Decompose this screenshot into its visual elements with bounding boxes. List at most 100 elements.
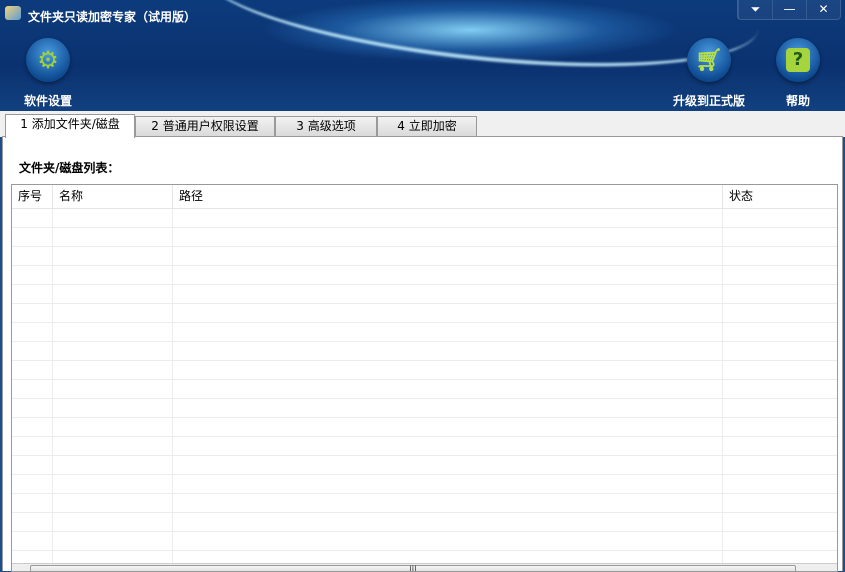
- table-cell: [723, 418, 837, 436]
- table-row: [12, 285, 837, 304]
- column-path[interactable]: 路径: [173, 185, 723, 208]
- table-row: [12, 494, 837, 513]
- header-banner: 文件夹只读加密专家（试用版） ⏷ — ✕ ⚙ 软件设置 🛒︎ 升级到正式版 ? …: [0, 0, 845, 111]
- table-cell: [12, 266, 53, 284]
- table-cell: [12, 418, 53, 436]
- table-row: [12, 399, 837, 418]
- table-cell: [53, 494, 173, 512]
- table-cell: [173, 285, 723, 303]
- table-cell: [723, 247, 837, 265]
- table-cell: [723, 437, 837, 455]
- horizontal-scrollbar[interactable]: |||: [12, 563, 837, 571]
- table-row: [12, 323, 837, 342]
- table-cell: [53, 380, 173, 398]
- table-cell: [53, 209, 173, 227]
- table-cell: [12, 513, 53, 531]
- table-cell: [12, 494, 53, 512]
- help-icon: ?: [776, 38, 820, 82]
- column-name[interactable]: 名称: [53, 185, 173, 208]
- table-cell: [173, 475, 723, 493]
- column-index[interactable]: 序号: [12, 185, 53, 208]
- table-cell: [12, 209, 53, 227]
- table-cell: [53, 247, 173, 265]
- app-icon: [5, 6, 21, 20]
- table-cell: [12, 456, 53, 474]
- table-cell: [53, 228, 173, 246]
- table-cell: [723, 304, 837, 322]
- table-cell: [12, 323, 53, 341]
- table-cell: [173, 342, 723, 360]
- table-cell: [173, 494, 723, 512]
- table-cell: [173, 266, 723, 284]
- gear-icon: ⚙: [26, 38, 70, 82]
- table-cell: [12, 437, 53, 455]
- table-cell: [12, 532, 53, 550]
- table-cell: [53, 475, 173, 493]
- help-button[interactable]: ? 帮助: [774, 38, 822, 109]
- table-cell: [173, 456, 723, 474]
- table-cell: [12, 342, 53, 360]
- table-cell: [53, 285, 173, 303]
- table-cell: [173, 399, 723, 417]
- table-cell: [723, 513, 837, 531]
- table-cell: [723, 494, 837, 512]
- table-cell: [173, 209, 723, 227]
- table-cell: [723, 399, 837, 417]
- tab-encrypt-now[interactable]: 4 立即加密: [377, 116, 477, 137]
- table-row: [12, 532, 837, 551]
- table-cell: [53, 342, 173, 360]
- table-cell: [12, 304, 53, 322]
- upgrade-button[interactable]: 🛒︎ 升级到正式版: [670, 38, 748, 109]
- list-label: 文件夹/磁盘列表：: [19, 161, 120, 175]
- table-row: [12, 228, 837, 247]
- table-row: [12, 266, 837, 285]
- table-row: [12, 456, 837, 475]
- minimize-button[interactable]: —: [772, 0, 806, 19]
- table-cell: [723, 475, 837, 493]
- table-cell: [723, 456, 837, 474]
- table-row: [12, 513, 837, 532]
- settings-button[interactable]: ⚙ 软件设置: [22, 38, 74, 109]
- table-row: [12, 342, 837, 361]
- table-cell: [53, 361, 173, 379]
- table-cell: [173, 323, 723, 341]
- table-cell: [53, 323, 173, 341]
- tab-bar: 1 添加文件夹/磁盘 2 普通用户权限设置 3 高级选项 4 立即加密: [0, 111, 845, 138]
- table-cell: [53, 532, 173, 550]
- tab-user-permissions[interactable]: 2 普通用户权限设置: [135, 116, 275, 137]
- table-cell: [53, 399, 173, 417]
- column-status[interactable]: 状态: [723, 185, 837, 208]
- table-cell: [723, 209, 837, 227]
- table-cell: [12, 285, 53, 303]
- table-row: [12, 437, 837, 456]
- folder-list-table[interactable]: 序号 名称 路径 状态 |||: [11, 184, 838, 572]
- tab-panel: 文件夹/磁盘列表： 序号 名称 路径 状态 |||: [2, 136, 843, 572]
- table-cell: [53, 437, 173, 455]
- table-cell: [723, 266, 837, 284]
- table-row: [12, 361, 837, 380]
- window-controls: ⏷ — ✕: [737, 0, 841, 20]
- table-cell: [723, 228, 837, 246]
- table-cell: [173, 247, 723, 265]
- table-cell: [12, 399, 53, 417]
- table-cell: [173, 380, 723, 398]
- table-cell: [53, 304, 173, 322]
- table-cell: [173, 532, 723, 550]
- table-cell: [173, 418, 723, 436]
- table-row: [12, 475, 837, 494]
- table-cell: [173, 437, 723, 455]
- table-cell: [12, 228, 53, 246]
- table-cell: [12, 380, 53, 398]
- table-cell: [12, 361, 53, 379]
- table-cell: [12, 475, 53, 493]
- table-cell: [173, 304, 723, 322]
- table-cell: [53, 418, 173, 436]
- menu-dropdown-button[interactable]: ⏷: [738, 0, 772, 19]
- close-button[interactable]: ✕: [806, 0, 840, 19]
- tab-advanced-options[interactable]: 3 高级选项: [275, 116, 377, 137]
- table-cell: [173, 361, 723, 379]
- tab-add-folder[interactable]: 1 添加文件夹/磁盘: [5, 114, 135, 138]
- window-title: 文件夹只读加密专家（试用版）: [28, 10, 197, 24]
- table-row: [12, 209, 837, 228]
- settings-label: 软件设置: [23, 94, 72, 108]
